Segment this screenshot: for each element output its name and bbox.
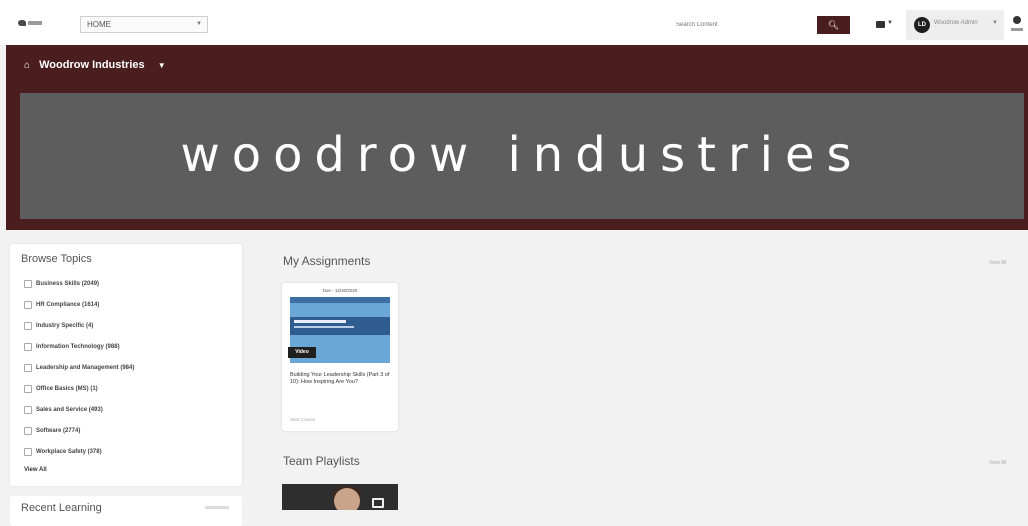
topic-business-skills[interactable]: Business Skills (2049) [24,278,99,290]
brand-menu[interactable]: ⌂ Woodrow Industries ▼ [24,59,166,71]
playlist-card[interactable] [282,484,398,510]
recent-learning-panel: Recent Learning [10,496,242,526]
user-chevron-down-icon: ▼ [992,20,998,26]
thumbnail-toolbar [290,297,390,303]
view-all-topics-link[interactable]: View All [24,467,47,473]
shield-icon [24,448,32,456]
building-icon [24,322,32,330]
content-type-badge: Video [288,347,316,358]
help-label [1011,28,1023,31]
messages-icon[interactable] [876,21,885,28]
brand-header: ⌂ Woodrow Industries ▼ woodrow industrie… [6,45,1028,230]
brand-menu-label: Woodrow Industries [39,59,145,71]
thumbnail-line [294,326,354,328]
topic-label: Information Technology (988) [36,344,120,350]
ladder-icon [24,364,32,372]
my-assignments-title: My Assignments [283,254,371,268]
assignments-view-all-link[interactable]: View All [989,260,1006,266]
assignment-card[interactable]: Due - 12/30/2020 Video Building Your Lea… [282,283,398,431]
topic-label: Leadership and Management (984) [36,365,135,371]
playlists-view-all-link[interactable]: View All [989,460,1006,466]
home-select-value: HOME [87,20,111,29]
recent-learning-title: Recent Learning [21,502,102,514]
document-icon [24,385,32,393]
home-icon: ⌂ [24,60,31,71]
due-date: Due - 12/30/2020 [322,288,358,293]
search-input[interactable] [668,16,812,33]
course-title[interactable]: Building Your Leadership Skills (Part 3 … [290,372,390,386]
topic-label: HR Compliance (1614) [36,302,100,308]
help-icon[interactable] [1013,16,1021,24]
user-menu[interactable]: LD Woodrow Admin ▼ [906,10,1004,40]
monitor-icon [24,343,32,351]
topic-label: Sales and Service (493) [36,407,103,413]
browse-topics-panel: Browse Topics Business Skills (2049) HR … [10,244,242,486]
topic-workplace-safety[interactable]: Workplace Safety (378) [24,446,102,458]
thumbnail-line [294,320,346,323]
chevron-down-icon: ▼ [196,21,202,27]
banner: woodrow industries [20,93,1024,219]
topic-label: Business Skills (2049) [36,281,100,287]
people-icon [24,301,32,309]
topic-label: Workplace Safety (378) [36,449,102,455]
avatar: LD [914,17,930,33]
messages-chevron-down-icon[interactable]: ▼ [887,20,893,26]
playlist-icon [372,498,384,508]
chevron-down-icon: ▼ [157,61,166,70]
laptop-icon [24,427,32,435]
logo-mark-icon [18,20,26,26]
topic-label: Industry Specific (4) [36,323,94,329]
user-name: Woodrow Admin [934,20,978,26]
banner-title: woodrow industries [180,127,864,183]
topic-sales-service[interactable]: Sales and Service (493) [24,404,103,416]
logo-wordmark [28,21,42,25]
search-button[interactable]: 🔍︎ [817,16,850,34]
search-icon: 🔍︎ [827,20,840,30]
topic-label: Software (2774) [36,428,81,434]
topic-industry-specific[interactable]: Industry Specific (4) [24,320,93,332]
handshake-icon [24,406,32,414]
briefcase-icon [24,280,32,288]
team-playlists-title: Team Playlists [283,454,360,468]
topic-label: Office Basics (MS) (1) [36,386,98,392]
logo[interactable] [18,20,44,28]
topic-software[interactable]: Software (2774) [24,425,80,437]
browse-topics-title: Browse Topics [21,253,92,265]
topic-information-technology[interactable]: Information Technology (988) [24,341,120,353]
topic-hr-compliance[interactable]: HR Compliance (1614) [24,299,99,311]
home-select[interactable]: HOME ▼ [80,16,208,33]
topic-leadership-management[interactable]: Leadership and Management (984) [24,362,134,374]
course-footer[interactable]: Start Course [290,417,315,422]
topic-office-basics[interactable]: Office Basics (MS) (1) [24,383,98,395]
top-navigation-bar: HOME ▼ 🔍︎ ▼ LD Woodrow Admin ▼ [0,0,1028,45]
playlist-thumbnail-person [334,488,360,510]
recent-learning-link[interactable] [205,506,229,509]
